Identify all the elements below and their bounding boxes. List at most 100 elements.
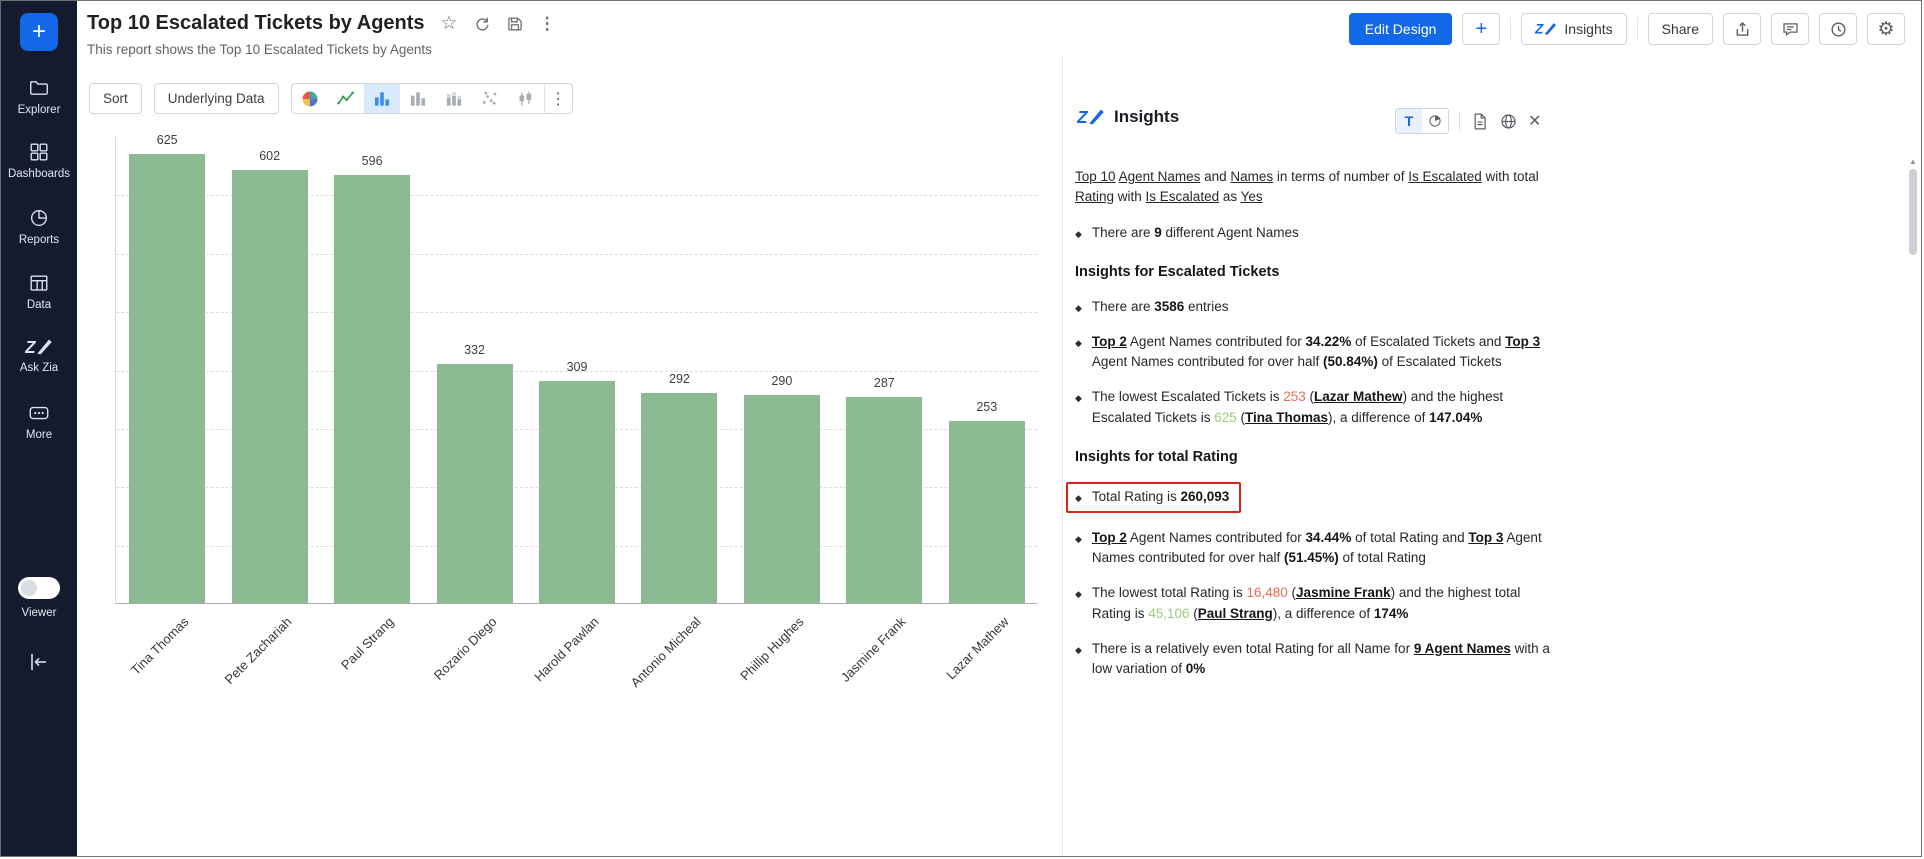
underlying-data-button[interactable]: Underlying Data [154,83,279,114]
comment-bubble-icon [1781,20,1800,39]
chart-type-stacked-button[interactable] [436,83,472,114]
bar-phillip-hughes[interactable] [744,395,820,603]
sidebar-item-reports[interactable]: Reports [1,207,77,246]
bar-value-label: 596 [334,154,410,168]
chart-type-pie-button[interactable] [292,83,328,114]
export-button[interactable] [1723,13,1761,45]
insight-link[interactable]: Rating [1075,189,1114,204]
header-actions: Edit Design + Z Insights Share ⚙ [1349,13,1905,45]
insight-link[interactable]: Top 3 [1468,530,1503,545]
language-globe-icon[interactable] [1499,112,1518,131]
insight-segment: ), a difference of [1273,606,1374,621]
insights-panel-title: Insights [1114,107,1179,127]
chart-plot: 625Tina Thomas602Pete Zachariah596Paul S… [115,137,1037,604]
bar-rozario-diego[interactable] [437,364,513,603]
insight-segment: of Escalated Tickets [1378,354,1502,369]
sidebar-item-data[interactable]: Data [1,272,77,311]
insights-button-label: Insights [1564,21,1612,37]
report-title-row: Top 10 Escalated Tickets by Agents ☆ ⋮ [87,12,556,35]
app-window: + Explorer Dashboards Reports Data [0,0,1922,857]
insight-segment: 9 [1154,225,1162,240]
insight-segment: ( [1306,389,1314,404]
zia-insights-button[interactable]: Z Insights [1521,13,1626,45]
title-kebab-menu-icon[interactable]: ⋮ [539,15,556,32]
viewer-toggle[interactable] [18,577,60,599]
chart-type-candlestick-button[interactable] [508,83,544,114]
scrollbar-thumb[interactable] [1909,169,1917,255]
insight-link[interactable]: Names [1230,169,1273,184]
insight-link[interactable]: Paul Strang [1198,606,1273,621]
insight-link[interactable]: Tina Thomas [1245,410,1328,425]
chart-type-line-button[interactable] [328,83,364,114]
insight-link[interactable]: Is Escalated [1408,169,1482,184]
x-axis-label: Jasmine Frank [792,614,909,731]
sidebar-item-more[interactable]: More [1,402,77,441]
bar-value-label: 602 [232,149,308,163]
insight-link[interactable]: Lazar Mathew [1314,389,1403,404]
insight-segment: as [1219,189,1241,204]
refresh-icon[interactable] [473,15,491,33]
zia-logo-icon: Z [1077,107,1105,127]
title-actions: ☆ ⋮ [441,14,556,33]
view-toggle-group: T [1395,108,1449,134]
bar-harold-pawlan[interactable] [539,381,615,603]
insights-content: Top 10 Agent Names and Names in terms of… [1075,167,1551,694]
edit-design-button[interactable]: Edit Design [1349,13,1453,45]
bullet-marker-icon: ◆ [1075,228,1082,243]
insight-link[interactable]: Is Escalated [1146,189,1220,204]
sidebar-item-ask-zia[interactable]: Z Ask Zia [1,337,77,374]
dashboard-grid-icon [28,141,50,163]
bullet-marker-icon: ◆ [1075,644,1082,680]
chart-type-bar-button[interactable] [400,83,436,114]
more-icon [27,402,51,424]
bar-tina-thomas[interactable] [129,154,205,603]
export-report-icon[interactable] [1470,112,1489,131]
sidebar-item-explorer[interactable]: Explorer [1,77,77,116]
insight-link[interactable]: Top 2 [1092,334,1127,349]
text-view-toggle[interactable]: T [1396,109,1422,133]
bar-paul-strang[interactable] [334,175,410,603]
insight-segment: There are [1092,225,1154,240]
x-axis-label: Lazar Mathew [895,614,1012,731]
sidebar-item-label: Dashboards [8,168,70,180]
svg-text:Z: Z [1535,22,1544,37]
comments-button[interactable] [1771,13,1809,45]
collapse-sidebar-button[interactable] [25,651,51,673]
favorite-star-icon[interactable]: ☆ [441,14,458,33]
insight-link[interactable]: Agent Names [1119,169,1201,184]
bar-antonio-micheal[interactable] [641,393,717,603]
sidebar-item-dashboards[interactable]: Dashboards [1,141,77,180]
insight-link[interactable]: Top 2 [1092,530,1127,545]
scroll-up-arrow-icon[interactable]: ▲ [1909,157,1917,166]
insight-link[interactable]: Top 3 [1505,334,1540,349]
report-pie-icon [28,207,50,229]
sidebar-create-button[interactable]: + [20,13,58,51]
add-view-button[interactable]: + [1462,13,1500,45]
insight-link[interactable]: Jasmine Frank [1296,585,1391,600]
insight-link[interactable]: Yes [1241,189,1263,204]
report-canvas: Top 10 Escalated Tickets by Agents ☆ ⋮ T… [77,1,1062,856]
insight-segment: in terms of number of [1273,169,1408,184]
sort-button[interactable]: Sort [89,83,142,114]
insight-link[interactable]: 9 Agent Names [1414,641,1511,656]
insight-text: There is a relatively even total Rating … [1092,639,1551,680]
share-button[interactable]: Share [1648,13,1713,45]
chart-type-more-button[interactable]: ⋮ [544,83,572,114]
insight-segment: and [1200,169,1230,184]
close-panel-icon[interactable]: ✕ [1528,111,1541,131]
settings-button[interactable]: ⚙ [1867,13,1905,45]
save-icon[interactable] [506,15,524,33]
insight-link[interactable]: Top 10 [1075,169,1116,184]
bar-pete-zachariah[interactable] [232,170,308,603]
insight-segment: There are [1092,299,1154,314]
history-button[interactable] [1819,13,1857,45]
x-axis-label: Phillip Hughes [690,614,807,731]
bar-lazar-mathew[interactable] [949,421,1025,603]
chart-type-column-button[interactable] [364,83,400,114]
insight-bullet: ◆Top 2 Agent Names contributed for 34.44… [1075,528,1551,569]
chart-view-toggle[interactable] [1422,109,1448,133]
bar-jasmine-frank[interactable] [846,397,922,603]
insight-text: Top 10 Agent Names and Names in terms of… [1075,169,1539,204]
chart-type-scatter-button[interactable] [472,83,508,114]
insight-segment: The lowest total Rating is [1092,585,1247,600]
